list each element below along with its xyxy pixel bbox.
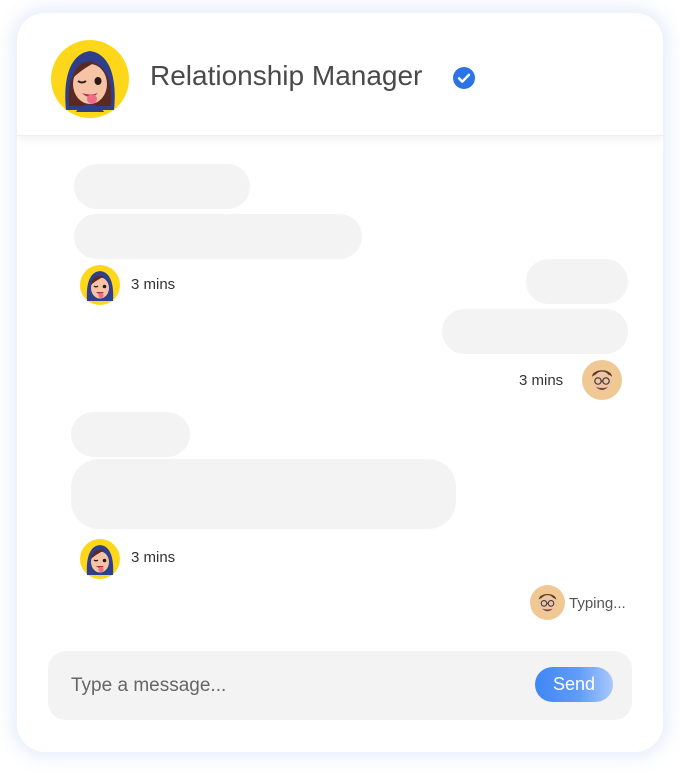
message-bubble [71,412,190,457]
message-timestamp: 3 mins [519,372,564,389]
typing-indicator: Typing... [569,595,626,612]
message-composer: Send [48,651,632,720]
user-avatar[interactable] [582,360,622,400]
message-bubble [526,259,628,304]
manager-avatar[interactable] [80,265,120,305]
manager-avatar[interactable] [80,539,120,579]
message-timestamp: 3 mins [131,549,176,566]
chat-header: Relationship Manager [17,13,663,136]
message-input[interactable] [71,673,511,699]
message-bubble [71,459,456,529]
page-title: Relationship Manager [150,60,423,91]
message-bubble [442,309,628,354]
verified-check-icon [453,67,475,89]
send-button[interactable]: Send [535,667,613,702]
chat-card: Relationship Manager 3 mins 3 mins 3 min… [17,13,663,752]
message-timestamp: 3 mins [131,276,176,293]
message-bubble [74,164,250,209]
user-avatar[interactable] [530,585,565,620]
message-bubble [74,214,362,259]
manager-avatar[interactable] [51,40,129,118]
